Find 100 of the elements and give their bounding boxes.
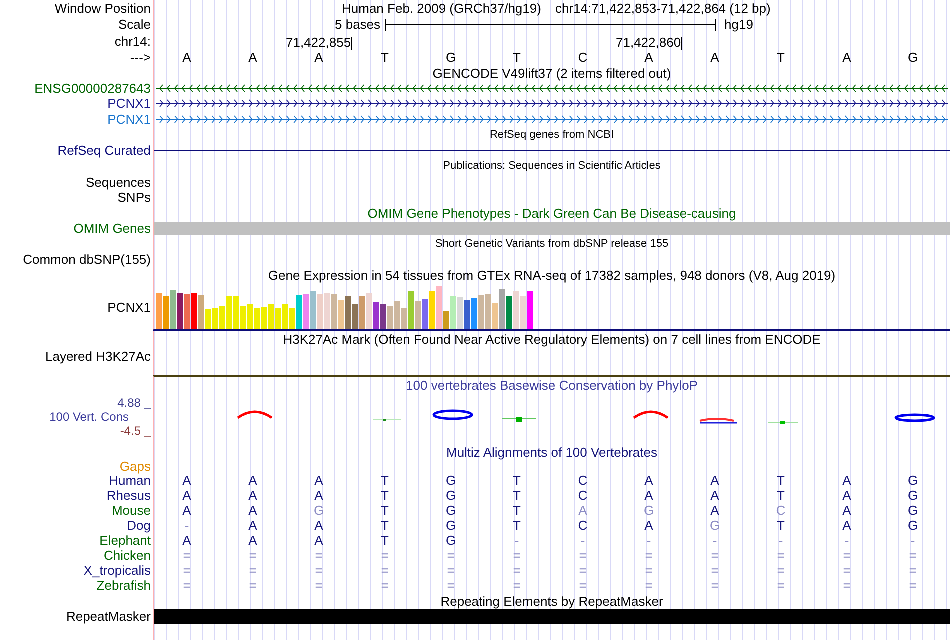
species-label[interactable]: Chicken — [104, 548, 151, 563]
species-label[interactable]: Rhesus — [106, 488, 151, 503]
base-letter: A — [248, 50, 258, 65]
aligned-base: = — [909, 563, 917, 578]
species-label[interactable]: X_tropicalis — [84, 563, 151, 578]
aligned-base: - — [184, 518, 190, 533]
track-title: chr14:71,422,853-71,422,864 (12 bp) — [555, 0, 771, 16]
aligned-base: A — [248, 533, 258, 548]
track-label[interactable]: 100 Vert. Cons — [50, 410, 129, 424]
aligned-base: = — [315, 548, 323, 563]
aligned-base: A — [644, 488, 654, 503]
aligned-base: C — [776, 503, 786, 518]
conservation-logo-mark — [633, 410, 669, 420]
gene-track-drawing[interactable] — [156, 114, 948, 124]
aligned-base: G — [710, 518, 720, 533]
track-title: OMIM Gene Phenotypes - Dark Green Can Be Disease-causing — [368, 206, 736, 220]
aligned-base: = — [249, 578, 257, 593]
aligned-base: - — [646, 533, 652, 548]
aligned-base: = — [249, 563, 257, 578]
aligned-base: C — [578, 518, 588, 533]
track-label[interactable]: Layered H3K27Ac — [45, 349, 151, 364]
aligned-base: = — [513, 563, 521, 578]
aligned-base: C — [578, 473, 588, 488]
track-title: RefSeq genes from NCBI — [490, 128, 614, 142]
conservation-logo-mark — [372, 419, 402, 421]
aligned-base: = — [645, 548, 653, 563]
track-title: Short Genetic Variants from dbSNP release 155 — [435, 238, 669, 250]
aligned-base: = — [711, 563, 719, 578]
base-letter: G — [446, 50, 456, 65]
aligned-base: C — [578, 488, 588, 503]
base-letter: G — [908, 50, 918, 65]
track-label[interactable]: PCNX1 — [108, 300, 151, 314]
aligned-base: G — [446, 488, 456, 503]
aligned-base: A — [842, 488, 852, 503]
aligned-base: - — [712, 533, 718, 548]
ruler-position: 71,422,855 — [286, 36, 352, 50]
track-label[interactable]: RepeatMasker — [66, 609, 151, 624]
aligned-base: A — [644, 518, 654, 533]
aligned-base: G — [446, 473, 456, 488]
ruler-position: 71,422,860 — [616, 36, 682, 50]
aligned-base: G — [908, 503, 918, 518]
track-label[interactable]: PCNX1 — [108, 96, 151, 111]
track-label[interactable]: RefSeq Curated — [58, 143, 151, 158]
track-label[interactable]: Common dbSNP(155) — [23, 252, 151, 267]
aligned-base: = — [777, 578, 785, 593]
expression-bars-drawing[interactable] — [156, 286, 534, 329]
aligned-base: A — [842, 503, 852, 518]
aligned-base: = — [777, 563, 785, 578]
species-label[interactable]: Mouse — [112, 503, 151, 518]
aligned-base: A — [578, 503, 588, 518]
aligned-base: A — [182, 473, 192, 488]
axis-max-label: 4.88 _ — [118, 396, 151, 410]
aligned-base: - — [844, 533, 850, 548]
aligned-base: G — [908, 473, 918, 488]
aligned-base: = — [183, 548, 191, 563]
track-label[interactable]: chr14: — [114, 34, 151, 49]
base-letter: A — [182, 50, 192, 65]
aligned-base: A — [314, 533, 324, 548]
aligned-base: = — [183, 578, 191, 593]
conservation-logo-mark — [768, 422, 798, 424]
aligned-base: G — [446, 518, 456, 533]
aligned-base: = — [579, 563, 587, 578]
aligned-base: A — [842, 518, 852, 533]
track-label[interactable]: Scale — [118, 17, 151, 32]
track-label[interactable]: OMIM Genes — [74, 221, 151, 236]
aligned-base: = — [447, 578, 455, 593]
aligned-base: = — [579, 578, 587, 593]
track-label[interactable]: Window Position — [54, 0, 151, 16]
track-label[interactable]: PCNX1 — [108, 112, 151, 126]
axis-min-label: -4.5 _ — [120, 424, 151, 438]
aligned-base: A — [248, 473, 258, 488]
track-title: Gene Expression in 54 tissues from GTEx RNA-seq of 17382 samples, 948 donors (V8, Aug 2019) — [268, 268, 836, 282]
aligned-base: = — [381, 563, 389, 578]
aligned-base: T — [513, 518, 521, 533]
conservation-logo-mark — [432, 410, 474, 420]
track-label[interactable]: Sequences — [86, 174, 151, 190]
species-label[interactable]: Elephant — [100, 533, 151, 548]
aligned-base: G — [908, 488, 918, 503]
aligned-base: G — [644, 503, 654, 518]
aligned-base: = — [645, 578, 653, 593]
gene-track-drawing[interactable] — [156, 84, 948, 93]
base-letter: A — [710, 50, 720, 65]
tick-mark — [681, 37, 682, 50]
aligned-base: A — [710, 488, 720, 503]
aligned-base: A — [182, 533, 192, 548]
track-label[interactable]: ENSG00000287643 — [34, 81, 151, 96]
species-label[interactable]: Dog — [127, 518, 151, 533]
aligned-base: T — [381, 533, 389, 548]
aligned-base: T — [381, 488, 389, 503]
gene-track-drawing[interactable] — [156, 99, 948, 108]
base-letter: A — [644, 50, 654, 65]
aligned-base: - — [580, 533, 586, 548]
species-label[interactable]: Human — [109, 473, 151, 488]
aligned-base: A — [314, 488, 324, 503]
track-label[interactable]: SNPs — [118, 190, 151, 205]
base-letter: T — [777, 50, 785, 65]
aligned-base: G — [908, 518, 918, 533]
aligned-base: A — [248, 503, 258, 518]
species-label[interactable]: Zebrafish — [96, 578, 151, 593]
track-label[interactable]: ---> — [130, 50, 151, 65]
